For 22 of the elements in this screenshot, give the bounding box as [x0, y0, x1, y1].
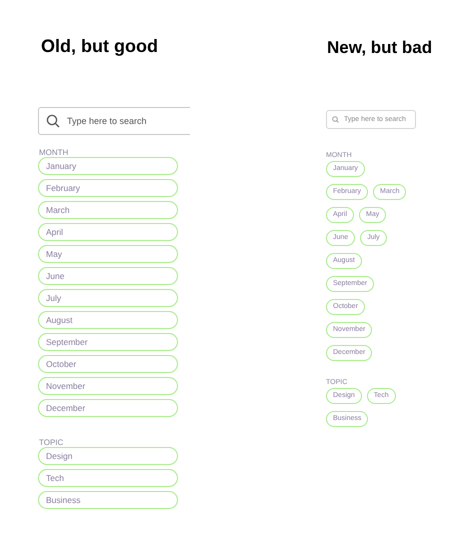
filter-chip[interactable]: Design: [38, 447, 178, 465]
search-icon: [332, 116, 339, 123]
panel-title: New, but bad: [326, 37, 432, 59]
filter-chip[interactable]: Business: [38, 491, 178, 509]
group-label: TOPIC: [38, 438, 64, 447]
filter-chip[interactable]: June: [38, 267, 178, 285]
filter-chip[interactable]: May: [38, 245, 178, 263]
filter-chip[interactable]: September: [38, 333, 178, 351]
filter-chip[interactable]: October: [38, 355, 178, 373]
filter-chip[interactable]: January: [38, 157, 178, 175]
filter-chip[interactable]: February: [38, 179, 178, 197]
panel-title: Old, but good: [40, 35, 159, 58]
search-field[interactable]: Type here to search: [38, 107, 190, 135]
filter-chip[interactable]: March: [38, 201, 178, 219]
filter-chip[interactable]: July: [38, 289, 178, 307]
filter-chip[interactable]: April: [38, 223, 178, 241]
filter-chip[interactable]: Tech: [38, 469, 178, 487]
search-icon: [46, 114, 60, 128]
filter-chip[interactable]: December: [38, 399, 178, 417]
filter-chip[interactable]: August: [38, 311, 178, 329]
group-label: MONTH: [38, 148, 70, 157]
filter-chip[interactable]: November: [38, 377, 178, 395]
